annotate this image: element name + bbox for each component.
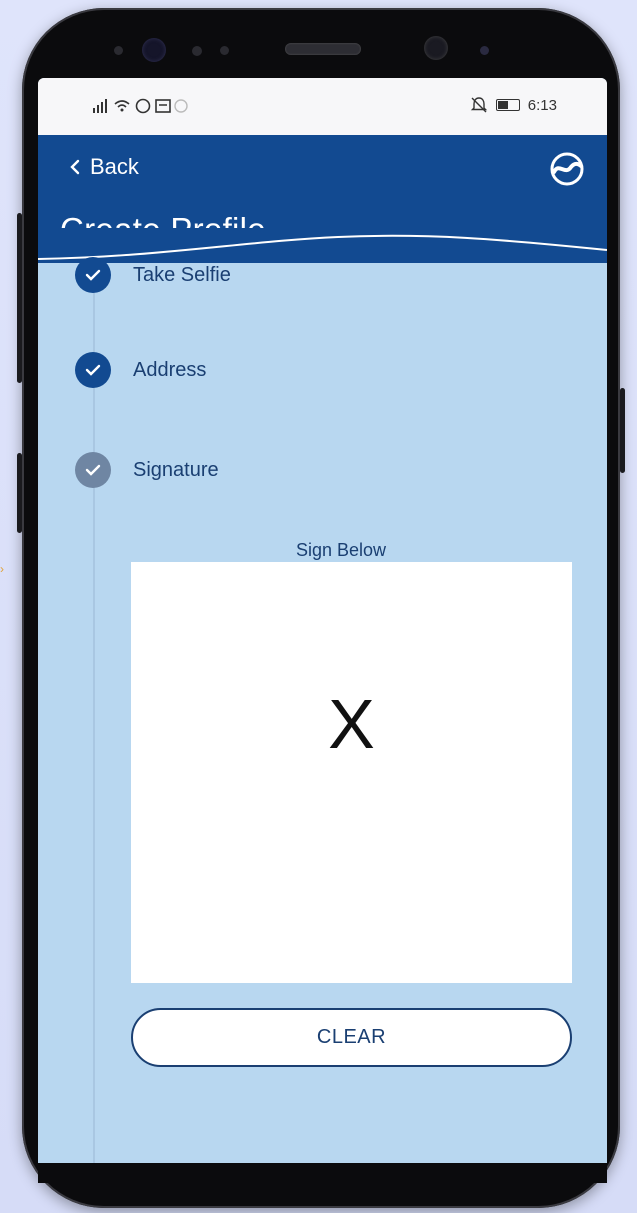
step-signature[interactable]: Signature <box>75 452 219 488</box>
step-take-selfie[interactable]: Take Selfie <box>75 257 231 293</box>
status-icons-right: 6:13 <box>470 96 557 114</box>
status-icons-left <box>93 96 213 120</box>
battery-icon <box>495 99 520 111</box>
bixby-button <box>17 453 22 533</box>
stepper-content: Take Selfie Address Signature Sign Below… <box>38 257 607 1163</box>
sign-below-label: Sign Below <box>296 540 387 560</box>
step-check-icon <box>75 352 111 388</box>
sensor-dot <box>192 46 202 56</box>
top-bezel <box>22 8 620 78</box>
app-logo-icon[interactable] <box>549 151 585 187</box>
iris-sensor <box>142 38 166 62</box>
step-check-icon <box>75 257 111 293</box>
volume-button <box>17 213 22 383</box>
power-button <box>620 388 625 473</box>
signature-mark: X <box>328 685 375 763</box>
earpiece-speaker <box>285 43 361 55</box>
step-label: Signature <box>133 458 219 481</box>
chevron-left-icon <box>70 159 80 175</box>
status-left-icons <box>93 98 188 114</box>
notifications-off-icon <box>470 97 487 113</box>
side-arrow: › <box>0 562 4 576</box>
status-bar: 6:13 <box>38 78 607 135</box>
front-camera <box>424 36 448 60</box>
step-check-icon <box>75 452 111 488</box>
stepper-line <box>93 263 95 1163</box>
sensor-dot <box>220 46 229 55</box>
app-screen: 6:13 Back Create Profile Take Selfie <box>38 78 607 1163</box>
step-address[interactable]: Address <box>75 352 206 388</box>
back-button[interactable]: Back <box>68 154 139 180</box>
signature-pad[interactable]: X <box>131 562 572 983</box>
clear-button[interactable]: CLEAR <box>131 1008 572 1067</box>
bottom-bezel <box>38 1163 607 1183</box>
back-label: Back <box>90 154 139 179</box>
sensor-dot <box>114 46 123 55</box>
step-label: Take Selfie <box>133 263 231 286</box>
status-time: 6:13 <box>527 96 557 114</box>
sensor-dot <box>480 46 489 55</box>
step-label: Address <box>133 358 207 381</box>
